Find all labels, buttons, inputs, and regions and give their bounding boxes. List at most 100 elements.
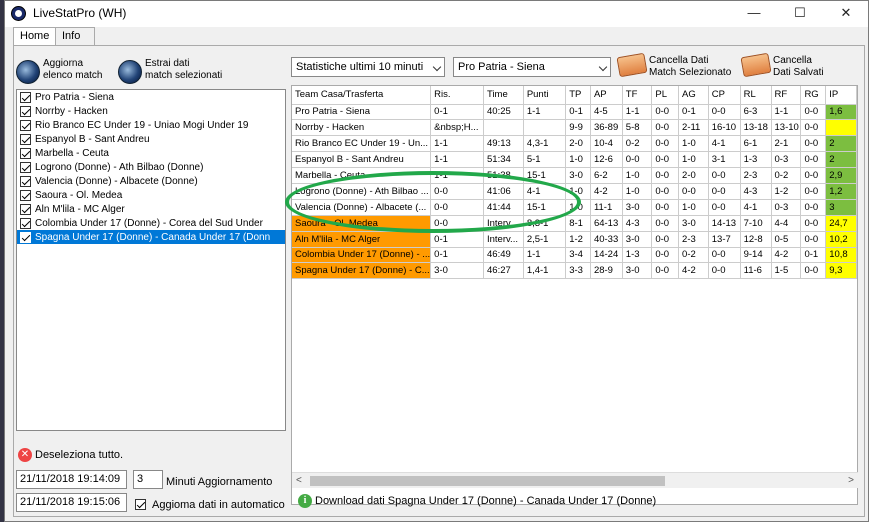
list-item[interactable]: Rio Branco EC Under 19 - Uniao Mogi Unde… <box>17 118 285 132</box>
table-cell: 1-1 <box>430 167 484 184</box>
table-cell: 1-3 <box>740 151 772 169</box>
tab-home[interactable]: Home <box>13 27 57 46</box>
chevron-down-icon <box>598 62 608 72</box>
column-header[interactable]: Team Casa/Trasferta <box>292 86 432 105</box>
list-item[interactable]: Spagna Under 17 (Donne) - Canada Under 1… <box>17 230 285 244</box>
match-checkbox[interactable] <box>20 105 31 117</box>
table-cell: 2-3 <box>678 231 709 248</box>
column-header[interactable]: RL <box>740 86 772 105</box>
table-cell: 5-1 <box>523 151 567 169</box>
table-row[interactable]: Saoura - Ol. Medea 0-0 Interv... 8,3-1 8-1 64… <box>292 215 857 232</box>
close-button[interactable]: ✕ <box>823 1 869 27</box>
column-header[interactable]: TF <box>622 86 653 105</box>
table-cell: 14-24 <box>590 247 623 264</box>
table-cell: 13-18 <box>740 119 772 137</box>
stats-grid[interactable]: Team Casa/Trasferta Ris. Time Punti TP AP TF PL… <box>291 85 858 505</box>
table-cell: 1-0 <box>622 167 653 184</box>
auto-update-checkbox[interactable] <box>135 499 146 510</box>
match-list[interactable]: Pro Patria - Siena Norrby - Hacken Rio Bra… <box>16 89 286 431</box>
match-label: Pro Patria - Siena <box>35 91 114 103</box>
table-cell: 2,5-1 <box>523 231 567 248</box>
soccer-ball-icon <box>11 6 26 21</box>
table-row[interactable]: Aln M'lila - MC Alger 0-1 Interv... 2,5-1 1-… <box>292 231 857 248</box>
column-header[interactable]: PL <box>651 86 680 105</box>
list-item[interactable]: Aln M'lila - MC Alger <box>17 202 285 216</box>
column-header[interactable]: AG <box>678 86 709 105</box>
table-cell: 11-6 <box>740 262 772 280</box>
table-cell: 1-3 <box>622 247 653 264</box>
list-item[interactable]: Valencia (Donne) - Albacete (Donne) <box>17 174 285 188</box>
list-item[interactable]: Saoura - Ol. Medea <box>17 188 285 202</box>
stats-period-select[interactable]: Statistiche ultimi 10 minuti <box>291 57 445 77</box>
table-cell: 5-8 <box>622 119 653 137</box>
table-row[interactable]: Spagna Under 17 (Donne) - C... 3-0 46:27 1,… <box>292 262 857 280</box>
table-cell: 1-0 <box>678 151 709 169</box>
match-checkbox[interactable] <box>20 119 31 131</box>
match-checkbox[interactable] <box>20 175 31 187</box>
column-header[interactable]: RG <box>800 86 827 105</box>
table-cell: 0-1 <box>565 104 591 121</box>
table-row[interactable]: Norrby - Hacken &nbsp;H... 9-9 36-89 5-8 0-0 2… <box>292 119 857 137</box>
scrollbar-thumb[interactable] <box>310 476 665 486</box>
table-row[interactable]: Logrono (Donne) - Ath Bilbao ... 0-0 41:06… <box>292 183 857 200</box>
match-checkbox[interactable] <box>20 189 31 201</box>
table-cell: 6-1 <box>740 135 772 153</box>
list-item[interactable]: Norrby - Hacken <box>17 104 285 118</box>
table-row[interactable]: Colombia Under 17 (Donne) - ... 0-1 46:49 1… <box>292 247 857 264</box>
clear-selected-match-button[interactable]: Cancella Dati Match Selezionato <box>616 52 731 79</box>
table-cell: 3-1 <box>708 151 741 169</box>
column-header[interactable]: Punti <box>523 86 567 105</box>
match-label: Saoura - Ol. Medea <box>35 189 123 201</box>
extract-data-button[interactable]: Estrai dati match selezionati <box>118 58 222 84</box>
table-row[interactable]: Valencia (Donne) - Albacete (... 0-0 41:44… <box>292 199 857 216</box>
table-row[interactable]: Marbella - Ceuta 1-1 51:38 15-1 3-0 6-2 1-0 0-0… <box>292 167 857 184</box>
match-checkbox[interactable] <box>20 147 31 159</box>
table-cell: 10,8 <box>825 247 857 264</box>
list-item[interactable]: Colombia Under 17 (Donne) - Corea del Su… <box>17 216 285 230</box>
list-item[interactable]: Marbella - Ceuta <box>17 146 285 160</box>
column-header[interactable]: IP <box>825 86 857 105</box>
scroll-left-icon[interactable]: < <box>296 475 302 486</box>
table-cell: 1,2 <box>825 183 857 200</box>
list-item[interactable]: Pro Patria - Siena <box>17 90 285 104</box>
scroll-right-icon[interactable]: > <box>848 475 854 486</box>
list-item[interactable]: Logrono (Donne) - Ath Bilbao (Donne) <box>17 160 285 174</box>
match-label: Aln M'lila - MC Alger <box>35 203 125 215</box>
table-row[interactable]: Rio Branco EC Under 19 - Un... 1-1 49:13 4,… <box>292 135 857 153</box>
column-header[interactable]: TP <box>565 86 591 105</box>
table-cell: Spagna Under 17 (Donne) - C... <box>292 262 432 280</box>
column-header[interactable]: Ris. <box>430 86 484 105</box>
table-cell: 0-0 <box>708 262 741 280</box>
minutes-field[interactable]: 3 <box>133 470 163 489</box>
table-cell: 2-3 <box>740 167 772 184</box>
match-checkbox[interactable] <box>20 203 31 215</box>
list-item[interactable]: Espanyol B - Sant Andreu <box>17 132 285 146</box>
match-checkbox[interactable] <box>20 133 31 145</box>
minimize-button[interactable]: — <box>731 1 777 27</box>
clear-saved-data-button[interactable]: Cancella Dati Salvati <box>740 52 824 79</box>
deselect-all-button[interactable]: ✕ Deseleziona tutto. <box>18 448 123 462</box>
table-cell: 0-0 <box>651 183 680 200</box>
match-select[interactable]: Pro Patria - Siena <box>453 57 611 77</box>
horizontal-scrollbar[interactable]: < > <box>292 472 858 488</box>
match-checkbox[interactable] <box>20 231 31 243</box>
app-window: LiveStatPro (WH) — ☐ ✕ Home Info Aggiorn… <box>4 0 869 522</box>
datetime-field-2[interactable]: 21/11/2018 19:15:06 <box>16 493 127 512</box>
table-row[interactable]: Pro Patria - Siena 0-1 40:25 1-1 0-1 4-5 1-1 0-… <box>292 104 857 121</box>
eraser-icon <box>740 52 772 78</box>
match-checkbox[interactable] <box>20 161 31 173</box>
maximize-button[interactable]: ☐ <box>777 1 823 27</box>
column-header[interactable]: AP <box>590 86 623 105</box>
datetime-field-1[interactable]: 21/11/2018 19:14:09 <box>16 470 127 489</box>
refresh-match-list-button[interactable]: Aggiorna elenco match <box>16 58 102 84</box>
column-header[interactable]: Time <box>483 86 524 105</box>
column-header[interactable]: CP <box>708 86 741 105</box>
match-checkbox[interactable] <box>20 217 31 229</box>
table-cell: 0-0 <box>430 183 484 200</box>
column-header[interactable]: RF <box>771 86 802 105</box>
table-cell: 2 <box>825 151 857 169</box>
table-row[interactable]: Espanyol B - Sant Andreu 1-1 51:34 5-1 1-0 12… <box>292 151 857 169</box>
match-checkbox[interactable] <box>20 91 31 103</box>
tab-info[interactable]: Info <box>55 27 95 45</box>
title-bar: LiveStatPro (WH) — ☐ ✕ <box>5 1 868 27</box>
